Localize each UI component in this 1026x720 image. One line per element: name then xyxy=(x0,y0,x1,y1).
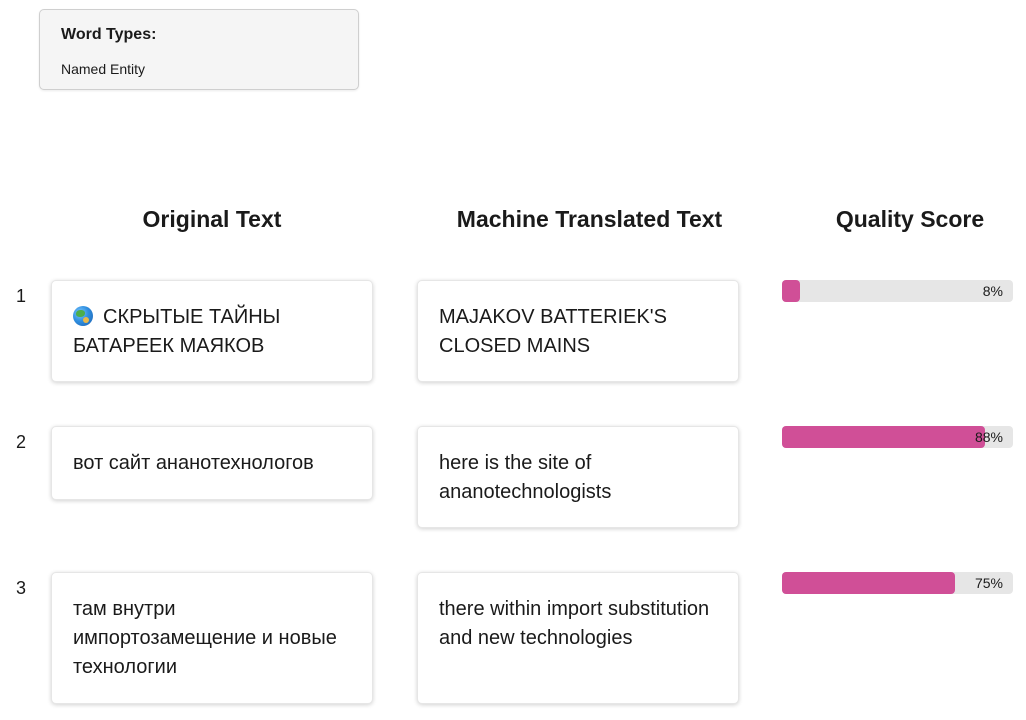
quality-score-label: 75% xyxy=(974,575,1003,591)
original-text-header: Original Text xyxy=(142,206,282,232)
quality-score-fill xyxy=(782,280,801,302)
original-text: СКРЫТЫЕ ТАЙНЫ БАТАРЕЕК МАЯКОВ xyxy=(73,306,281,357)
original-text: там внутри импортозамещение и новые техн… xyxy=(73,598,337,678)
translated-text-card: here is the site of ananotechnologists xyxy=(417,426,739,528)
quality-score-bar: 75% xyxy=(782,572,1013,594)
translated-text: there within import substitution and new… xyxy=(439,598,710,649)
quality-score-bar: 88% xyxy=(782,426,1013,448)
quality-score-bar: 8% xyxy=(782,280,1013,302)
quality-score-label: 8% xyxy=(982,283,1003,299)
translated-text: MAJAKOV BATTERIEK'S CLOSED MAINS xyxy=(439,306,667,357)
quality-score-label: 88% xyxy=(974,429,1003,445)
word-types-value: Named Entity xyxy=(61,61,146,77)
translated-text: here is the site of ananotechnologists xyxy=(439,452,612,503)
row-number: 3 xyxy=(16,578,27,598)
original-text-card: СКРЫТЫЕ ТАЙНЫ БАТАРЕЕК МАЯКОВ xyxy=(51,280,373,382)
quality-score-header: Quality Score xyxy=(835,206,985,232)
quality-score-fill xyxy=(782,426,986,448)
original-text-card: там внутри импортозамещение и новые техн… xyxy=(51,572,373,704)
machine-translated-header: Machine Translated Text xyxy=(456,206,723,232)
word-types-panel: Word Types: Named Entity xyxy=(39,9,359,90)
translated-text-card: there within import substitution and new… xyxy=(417,572,739,704)
globe-icon xyxy=(73,306,93,326)
original-text-card: вот сайт ананотехнологов xyxy=(51,426,373,500)
row-number: 2 xyxy=(16,432,27,452)
row-number: 1 xyxy=(16,286,27,306)
word-types-title: Word Types: xyxy=(61,26,157,43)
translated-text-card: MAJAKOV BATTERIEK'S CLOSED MAINS xyxy=(417,280,739,382)
original-text: вот сайт ананотехнологов xyxy=(73,452,314,474)
quality-score-fill xyxy=(782,572,956,594)
